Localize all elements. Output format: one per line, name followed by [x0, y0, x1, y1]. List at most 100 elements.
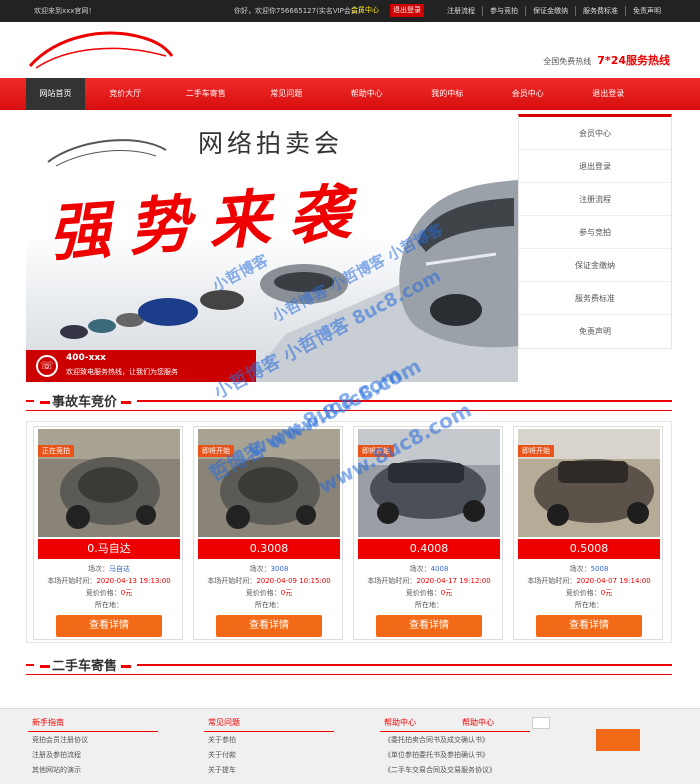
round-label: 场次： — [88, 565, 109, 573]
bid-label: 竞价价格： — [85, 589, 121, 597]
logo[interactable] — [26, 24, 176, 74]
view-details-button[interactable]: 查看详情 — [536, 615, 642, 637]
footer-link[interactable]: 关于付款 — [208, 750, 240, 760]
auction-card[interactable]: 即将开始 0.4008 场次：4008 本场开始时间：2020-04-17 19… — [353, 426, 503, 640]
footer-link[interactable]: 《单位参拍委托书及参拍确认书》 — [384, 750, 496, 760]
start-line: 本场开始时间：2020-04-07 19:14:00 — [514, 576, 664, 586]
auction-card[interactable]: 正在竞拍 0.马自达 场次：马自达 本场开始时间：2020-04-13 19:1… — [33, 426, 183, 640]
top-nav-register-flow[interactable]: 注册流程 — [440, 6, 482, 16]
bid-value: 0元 — [440, 589, 453, 597]
round-line: 场次：3008 — [194, 564, 344, 574]
footer-link[interactable]: 竞拍会员注册协议 — [32, 735, 88, 745]
footer: 新手指南 竞拍会员注册协议 注册及参拍流程 其他网站的演示 常见问题 关于参拍 … — [0, 708, 700, 784]
start-label: 本场开始时间： — [367, 577, 417, 585]
nav-used-car-consign[interactable]: 二手车寄售 — [166, 78, 247, 110]
bid-line: 竞价价格：0元 — [354, 588, 504, 598]
side-item-logout[interactable]: 退出登录 — [519, 150, 671, 183]
side-item-disclaimer[interactable]: 免责声明 — [519, 315, 671, 348]
round-value: 4008 — [430, 565, 449, 573]
footer-button[interactable] — [596, 729, 640, 751]
location-line: 所在地： — [194, 600, 344, 610]
banner-title: 网络拍卖会 — [198, 129, 344, 158]
start-label: 本场开始时间： — [47, 577, 97, 585]
start-value: 2020-04-09 10:15:00 — [256, 577, 331, 585]
bid-label: 竞价价格： — [245, 589, 281, 597]
auction-card-list: 正在竞拍 0.马自达 场次：马自达 本场开始时间：2020-04-13 19:1… — [26, 421, 672, 643]
phone-icon: ☏ — [36, 355, 58, 377]
location-line: 所在地： — [514, 600, 664, 610]
top-nav-disclaimer[interactable]: 免责声明 — [625, 6, 668, 16]
footer-heading: 常见问题 — [208, 718, 240, 727]
section-title-used: 二手车寄售 — [34, 655, 138, 674]
round-label: 场次： — [569, 565, 591, 573]
footer-heading: 新手指南 — [32, 718, 64, 727]
top-bar: 欢迎来到xxx官网！ 你好，欢迎你7566651​27(实名VIP会员)! 会员… — [0, 0, 700, 22]
main-nav: 网站首页 竞价大厅 二手车寄售 常见问题 帮助中心 我的中标 会员中心 退出登录 — [0, 78, 700, 110]
car-title[interactable]: 0.3008 — [198, 539, 340, 559]
start-value: 2020-04-13 19:13:00 — [96, 577, 171, 585]
status-badge: 正在竞拍 — [38, 445, 74, 457]
location-label: 所在地： — [95, 601, 123, 609]
welcome-text: 欢迎来到xxx官网！ — [34, 7, 96, 15]
footer-checkbox[interactable] — [532, 717, 550, 729]
start-line: 本场开始时间：2020-04-09 10:15:00 — [194, 576, 344, 586]
round-value: 5008 — [590, 565, 609, 573]
car-title[interactable]: 0.4008 — [358, 539, 500, 559]
nav-my-winning-bids[interactable]: 我的中标 — [407, 78, 488, 110]
round-line: 场次：4008 — [354, 564, 504, 574]
top-nav-fee-standard[interactable]: 服务费标准 — [575, 6, 625, 16]
banner[interactable]: 网络拍卖会 强势来袭 ☏ 400-xxx 欢迎致电服务热线，让我们为您服务 — [26, 114, 518, 382]
section-accident-cars: 事故车竞价 — [26, 386, 672, 416]
start-value: 2020-04-17 19:12:00 — [416, 577, 491, 585]
footer-link[interactable]: 《委托拍卖合同书及成交确认书》 — [384, 735, 496, 745]
status-badge: 即将开始 — [358, 445, 394, 457]
side-item-fee-standard[interactable]: 服务费标准 — [519, 282, 671, 315]
round-value: 马自达 — [109, 565, 130, 573]
bid-line: 竞价价格：0元 — [514, 588, 664, 598]
nav-bidding-hall[interactable]: 竞价大厅 — [85, 78, 166, 110]
footer-link[interactable]: 注册及参拍流程 — [32, 750, 88, 760]
car-title[interactable]: 0.5008 — [518, 539, 660, 559]
nav-home[interactable]: 网站首页 — [26, 78, 85, 110]
location-line: 所在地： — [34, 600, 184, 610]
side-item-register-flow[interactable]: 注册流程 — [519, 183, 671, 216]
banner-hotline-bar: ☏ 400-xxx 欢迎致电服务热线，让我们为您服务 — [26, 350, 256, 382]
footer-link[interactable]: 关于提车 — [208, 765, 240, 775]
section-title-accident: 事故车竞价 — [34, 391, 138, 410]
side-item-join-bidding[interactable]: 参与竞拍 — [519, 216, 671, 249]
top-nav-join-bidding[interactable]: 参与竞拍 — [482, 6, 525, 16]
car-title[interactable]: 0.马自达 — [38, 539, 180, 559]
location-label: 所在地： — [575, 601, 603, 609]
round-line: 场次：马自达 — [34, 564, 184, 574]
bid-line: 竞价价格：0元 — [34, 588, 184, 598]
auction-card[interactable]: 即将开始 0.3008 场次：3008 本场开始时间：2020-04-09 10… — [193, 426, 343, 640]
location-label: 所在地： — [255, 601, 283, 609]
nav-member-center[interactable]: 会员中心 — [488, 78, 569, 110]
top-nav-deposit[interactable]: 保证金缴纳 — [525, 6, 575, 16]
view-details-button[interactable]: 查看详情 — [56, 615, 162, 637]
user-info: 你好，欢迎你7566651​27(实名VIP会员)! — [234, 7, 364, 15]
footer-link[interactable]: 其他网站的演示 — [32, 765, 88, 775]
round-value: 3008 — [270, 565, 289, 573]
side-item-member-center[interactable]: 会员中心 — [519, 117, 671, 150]
nav-faq[interactable]: 常见问题 — [246, 78, 327, 110]
side-item-deposit[interactable]: 保证金缴纳 — [519, 249, 671, 282]
banner-phone-sub: 欢迎致电服务热线，让我们为您服务 — [66, 368, 178, 376]
hotline-label: 全国免费热线 — [543, 57, 592, 66]
start-line: 本场开始时间：2020-04-17 19:12:00 — [354, 576, 504, 586]
nav-logout[interactable]: 退出登录 — [568, 78, 649, 110]
footer-link[interactable]: 《二手车交易合同及交易服务协议》 — [384, 765, 496, 775]
status-badge: 即将开始 — [198, 445, 234, 457]
top-nav: 注册流程 参与竞拍 保证金缴纳 服务费标准 免责声明 — [440, 6, 668, 16]
logout-link[interactable]: 退出登录 — [390, 4, 424, 17]
view-details-button[interactable]: 查看详情 — [376, 615, 482, 637]
side-menu: 会员中心 退出登录 注册流程 参与竞拍 保证金缴纳 服务费标准 免责声明 — [518, 114, 672, 349]
footer-link[interactable]: 关于参拍 — [208, 735, 240, 745]
bid-label: 竞价价格： — [565, 589, 601, 597]
nav-help-center[interactable]: 帮助中心 — [327, 78, 408, 110]
start-line: 本场开始时间：2020-04-13 19:13:00 — [34, 576, 184, 586]
auction-card[interactable]: 即将开始 0.5008 场次：5008 本场开始时间：2020-04-07 19… — [513, 426, 663, 640]
member-center-link[interactable]: 会员中心 — [348, 4, 382, 17]
view-details-button[interactable]: 查看详情 — [216, 615, 322, 637]
footer-col-faq: 常见问题 关于参拍 关于付款 关于提车 — [208, 717, 240, 780]
